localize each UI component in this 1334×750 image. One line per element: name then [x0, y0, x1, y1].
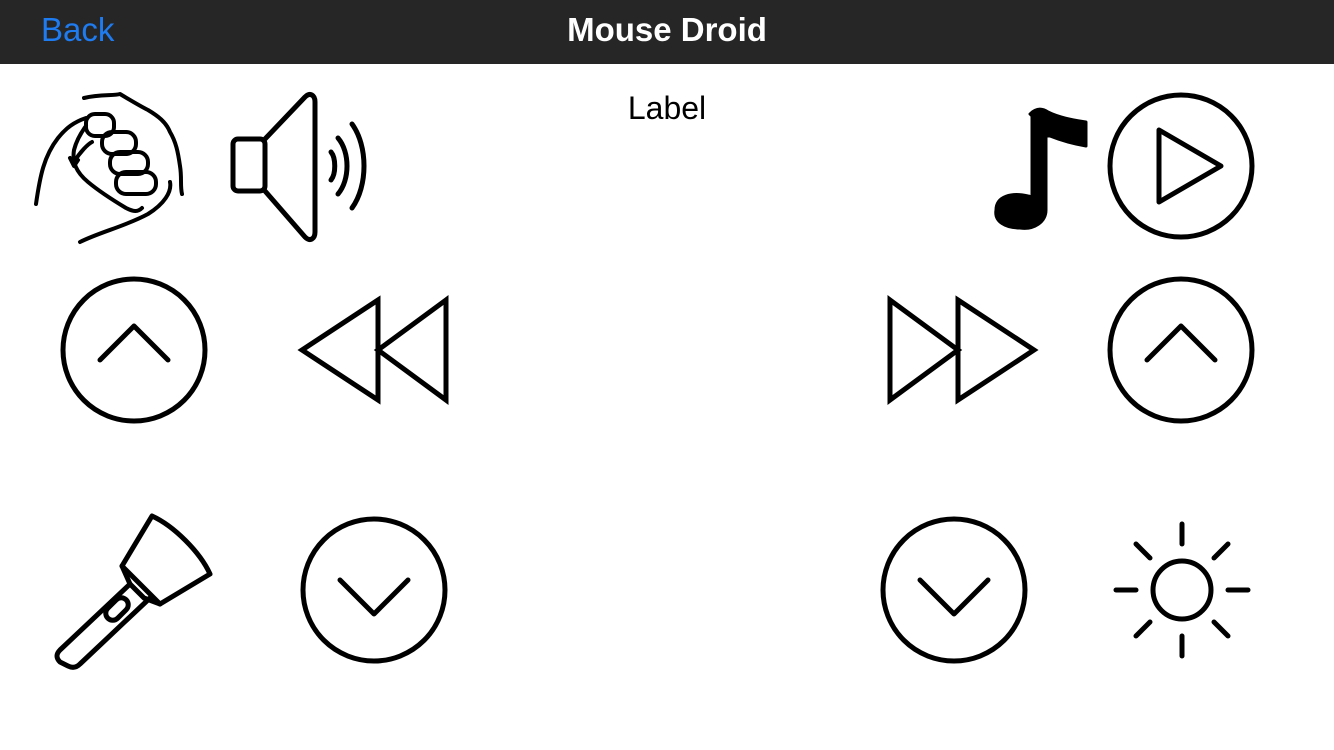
page-title: Mouse Droid [567, 11, 767, 48]
play-icon [1107, 92, 1255, 240]
flashlight-icon [54, 513, 213, 670]
flashlight-button[interactable] [54, 512, 214, 670]
play-button[interactable] [1107, 92, 1255, 240]
fast-forward-icon [887, 295, 1039, 405]
scroll-up-right-icon [1107, 276, 1255, 424]
fast-forward-button[interactable] [886, 295, 1039, 405]
punch-icon [34, 92, 184, 244]
scroll-down-right-button[interactable] [880, 516, 1028, 664]
brightness-icon [1113, 521, 1251, 659]
rewind-button[interactable] [297, 295, 450, 405]
scroll-up-left-icon [60, 276, 208, 424]
music-button[interactable] [990, 106, 1090, 232]
scroll-down-right-icon [880, 516, 1028, 664]
punch-button[interactable] [30, 86, 190, 246]
scroll-up-left-button[interactable] [60, 276, 208, 424]
scroll-up-right-button[interactable] [1107, 276, 1255, 424]
brightness-button[interactable] [1112, 520, 1252, 660]
speaker-icon [230, 92, 367, 242]
navigation-bar: Back Mouse Droid [0, 0, 1334, 64]
rewind-icon [297, 295, 449, 405]
scroll-down-left-icon [300, 516, 448, 664]
music-note-icon [994, 107, 1088, 230]
volume-button[interactable] [228, 92, 380, 242]
scroll-down-left-button[interactable] [300, 516, 448, 664]
